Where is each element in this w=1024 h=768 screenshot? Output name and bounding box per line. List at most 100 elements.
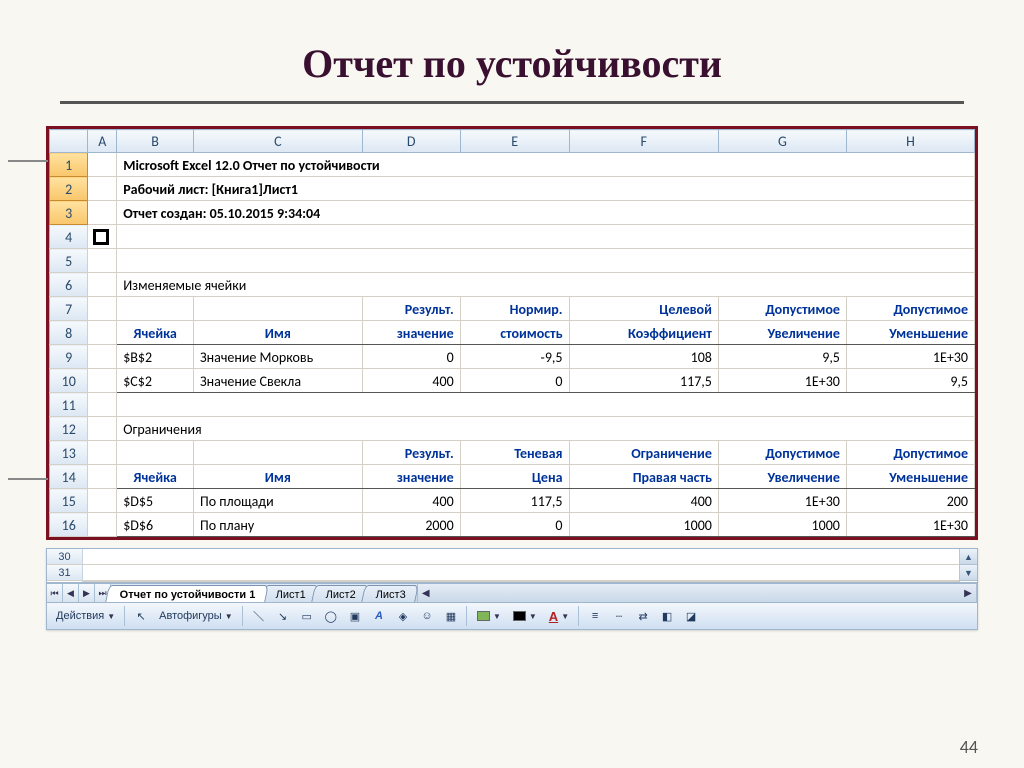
oval-tool-icon[interactable]: ◯ <box>320 605 342 627</box>
var0-coef[interactable]: 108 <box>569 345 718 369</box>
col-header-e[interactable]: E <box>460 130 569 153</box>
dash-style-icon[interactable]: ┄ <box>608 605 630 627</box>
col-header-a[interactable]: A <box>88 130 117 153</box>
con0-shadow[interactable]: 117,5 <box>460 489 569 513</box>
row-header-30[interactable]: 30 <box>47 549 82 565</box>
var1-up[interactable]: 1E+30 <box>718 369 846 393</box>
hdr-g14[interactable]: Увеличение <box>718 465 846 489</box>
hdr-d13[interactable]: Результ. <box>362 441 460 465</box>
shadow-style-icon[interactable]: ◧ <box>656 605 678 627</box>
con0-rhs[interactable]: 400 <box>569 489 718 513</box>
textbox-tool-icon[interactable]: ▣ <box>344 605 366 627</box>
report-header-3[interactable]: Отчет создан: 05.10.2015 9:34:04 <box>117 201 975 225</box>
line-color-button[interactable]: ▼ <box>508 605 542 627</box>
actions-menu-button[interactable]: Действия▼ <box>51 605 120 627</box>
row-header-14[interactable]: 14 <box>50 465 88 489</box>
3d-style-icon[interactable]: ◪ <box>680 605 702 627</box>
var0-name[interactable]: Значение Морковь <box>194 345 363 369</box>
hdr-c14[interactable]: Имя <box>194 465 363 489</box>
sheet-tab-1[interactable]: Лист1 <box>261 585 319 602</box>
hdr-f7[interactable]: Целевой <box>569 297 718 321</box>
col-header-g[interactable]: G <box>718 130 846 153</box>
con1-name[interactable]: По плану <box>194 513 363 537</box>
col-header-h[interactable]: H <box>846 130 974 153</box>
col-header-b[interactable]: B <box>117 130 194 153</box>
arrow-tool-icon[interactable]: ↘ <box>272 605 294 627</box>
font-color-button[interactable]: A▼ <box>544 605 574 627</box>
select-arrow-icon[interactable]: ↖ <box>130 605 152 627</box>
con1-up[interactable]: 1000 <box>718 513 846 537</box>
hdr-h14[interactable]: Уменьшение <box>846 465 974 489</box>
report-header-2[interactable]: Рабочий лист: [Книга1]Лист1 <box>117 177 975 201</box>
row-header-2[interactable]: 2 <box>50 177 88 201</box>
var1-cell[interactable]: $C$2 <box>117 369 194 393</box>
sheet-tab-0[interactable]: Отчет по устойчивости 1 <box>105 585 268 602</box>
var1-name[interactable]: Значение Свекла <box>194 369 363 393</box>
fill-color-button[interactable]: ▼ <box>472 605 506 627</box>
hdr-g8[interactable]: Увеличение <box>718 321 846 345</box>
var0-norm[interactable]: -9,5 <box>460 345 569 369</box>
row-header-7[interactable]: 7 <box>50 297 88 321</box>
section-1-label[interactable]: Изменяемые ячейки <box>117 273 975 297</box>
scroll-down-icon[interactable]: ▼ <box>960 565 977 581</box>
var1-norm[interactable]: 0 <box>460 369 569 393</box>
hdr-h8[interactable]: Уменьшение <box>846 321 974 345</box>
hdr-h13[interactable]: Допустимое <box>846 441 974 465</box>
row-header-6[interactable]: 6 <box>50 273 88 297</box>
hdr-d8[interactable]: значение <box>362 321 460 345</box>
hdr-h7[interactable]: Допустимое <box>846 297 974 321</box>
col-header-c[interactable]: C <box>194 130 363 153</box>
con1-down[interactable]: 1E+30 <box>846 513 974 537</box>
var1-down[interactable]: 9,5 <box>846 369 974 393</box>
rectangle-tool-icon[interactable]: ▭ <box>296 605 318 627</box>
row-header-31[interactable]: 31 <box>47 565 82 581</box>
row-header-8[interactable]: 8 <box>50 321 88 345</box>
sheet-tab-2[interactable]: Лист2 <box>311 585 369 602</box>
sheet-nav-first-icon[interactable]: ⏮ <box>47 584 63 602</box>
row-header-11[interactable]: 11 <box>50 393 88 417</box>
hdr-f14[interactable]: Правая часть <box>569 465 718 489</box>
sheet-nav-prev-icon[interactable]: ◀ <box>63 584 79 602</box>
wordart-tool-icon[interactable]: A <box>368 605 390 627</box>
con1-shadow[interactable]: 0 <box>460 513 569 537</box>
arrow-style-icon[interactable]: ⇄ <box>632 605 654 627</box>
row-header-10[interactable]: 10 <box>50 369 88 393</box>
hdr-c8[interactable]: Имя <box>194 321 363 345</box>
hdr-e8[interactable]: стоимость <box>460 321 569 345</box>
hdr-f13[interactable]: Ограничение <box>569 441 718 465</box>
sheet-tab-3[interactable]: Лист3 <box>361 585 419 602</box>
row-header-13[interactable]: 13 <box>50 441 88 465</box>
hdr-e7[interactable]: Нормир. <box>460 297 569 321</box>
con0-res[interactable]: 400 <box>362 489 460 513</box>
row-header-3[interactable]: 3 <box>50 201 88 225</box>
line-weight-icon[interactable]: ≡ <box>584 605 606 627</box>
hdr-b8[interactable]: Ячейка <box>117 321 194 345</box>
con0-name[interactable]: По площади <box>194 489 363 513</box>
row-header-9[interactable]: 9 <box>50 345 88 369</box>
row-header-5[interactable]: 5 <box>50 249 88 273</box>
autoshapes-menu-button[interactable]: Автофигуры▼ <box>154 605 238 627</box>
row-header-1[interactable]: 1 <box>50 153 88 177</box>
con1-rhs[interactable]: 1000 <box>569 513 718 537</box>
var1-res[interactable]: 400 <box>362 369 460 393</box>
col-header-d[interactable]: D <box>362 130 460 153</box>
con0-down[interactable]: 200 <box>846 489 974 513</box>
col-header-f[interactable]: F <box>569 130 718 153</box>
row-header-4[interactable]: 4 <box>50 225 88 249</box>
diagram-tool-icon[interactable]: ◈ <box>392 605 414 627</box>
hdr-e13[interactable]: Теневая <box>460 441 569 465</box>
con1-cell[interactable]: $D$6 <box>117 513 194 537</box>
hdr-e14[interactable]: Цена <box>460 465 569 489</box>
section-2-label[interactable]: Ограничения <box>117 417 975 441</box>
con0-up[interactable]: 1E+30 <box>718 489 846 513</box>
var0-up[interactable]: 9,5 <box>718 345 846 369</box>
scroll-right-icon[interactable]: ▶ <box>960 588 976 599</box>
sheet-nav-next-icon[interactable]: ▶ <box>79 584 95 602</box>
var0-cell[interactable]: $B$2 <box>117 345 194 369</box>
var0-down[interactable]: 1E+30 <box>846 345 974 369</box>
var1-coef[interactable]: 117,5 <box>569 369 718 393</box>
con1-res[interactable]: 2000 <box>362 513 460 537</box>
con0-cell[interactable]: $D$5 <box>117 489 194 513</box>
bottom-grid-fill[interactable] <box>83 549 959 582</box>
row-header-15[interactable]: 15 <box>50 489 88 513</box>
